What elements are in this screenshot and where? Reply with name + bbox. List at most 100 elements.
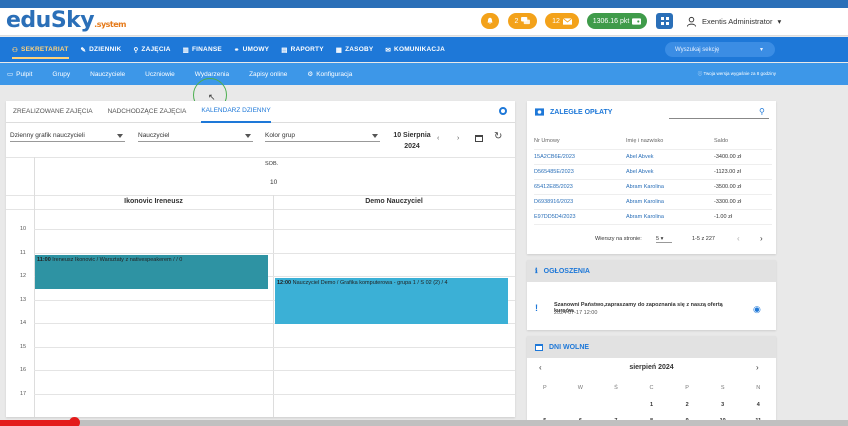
tab-nadchodzace[interactable]: NADCHODZĄCE ZAJĘCIA xyxy=(108,101,187,123)
prev-page-icon[interactable]: ‹ xyxy=(737,234,740,243)
weekday-label: C xyxy=(649,385,654,391)
table-cell[interactable]: 15A2CB6E/2023 xyxy=(534,149,626,165)
comments-icon: ✉ xyxy=(385,46,392,54)
table-cell: Abram Karolina xyxy=(626,209,714,225)
refresh-icon[interactable]: ↻ xyxy=(494,131,502,142)
balance-badge[interactable]: 1306.16 pkt xyxy=(587,13,647,29)
subnav-nauczyciele[interactable]: Nauczyciele xyxy=(90,71,125,78)
user-menu[interactable]: Exentis Administrator ▾ xyxy=(680,12,787,30)
table-cell[interactable]: D6938916/2023 xyxy=(534,194,626,210)
announcement-date: 2024-07-17 12:00 xyxy=(554,310,598,316)
pin-icon: ⚲ xyxy=(133,46,139,54)
table-cell[interactable]: D565485E/2023 xyxy=(534,164,626,180)
settings-gear-icon[interactable] xyxy=(499,107,507,115)
table-cell: -3400.00 zł xyxy=(714,149,772,165)
table-row[interactable]: 15A2CB6E/2023 Abel Abvek -3400.00 zł xyxy=(534,149,772,165)
weekday-label: P xyxy=(542,385,547,391)
rows-per-page-select[interactable]: 5 ▾ xyxy=(656,236,672,243)
subnav-wydarzenia[interactable]: Wydarzenia xyxy=(195,71,229,78)
wallet-icon xyxy=(632,17,642,25)
nav-dziennik[interactable]: ✎ DZIENNIK xyxy=(81,46,122,54)
next-page-icon[interactable]: › xyxy=(760,234,763,243)
nav-komunikacja[interactable]: ✉ KOMUNIKACJA xyxy=(385,46,445,54)
journal-icon: ✎ xyxy=(80,46,87,54)
day-cell[interactable]: 4 xyxy=(740,402,776,408)
hour-label: 16 xyxy=(20,367,27,373)
fees-table: Nr Umowy Imię i nazwisko Saldo 15A2CB6E/… xyxy=(534,134,772,225)
table-cell: Abel Abvek xyxy=(626,149,714,165)
nav-zasoby[interactable]: ▦ ZASOBY xyxy=(336,46,374,54)
prev-day-icon[interactable]: ‹ xyxy=(437,135,439,142)
table-row[interactable]: D6938916/2023 Abram Karolina -3300.00 zł xyxy=(534,194,772,210)
people-icon: ⚇ xyxy=(12,46,19,54)
table-row[interactable]: E97DD5D4/2023 Abram Karolina -1.00 zł xyxy=(534,209,772,225)
money-icon xyxy=(535,108,544,116)
day-cell[interactable] xyxy=(563,402,599,408)
nav-zajecia[interactable]: ⚲ ZAJĘCIA xyxy=(133,46,170,54)
subnav-pulpit[interactable]: ▭ Pulpit xyxy=(7,70,32,79)
chat-count: 2 xyxy=(514,17,519,25)
messages-button[interactable]: 2 xyxy=(508,13,537,29)
subnav-grupy[interactable]: Grupy xyxy=(52,71,70,78)
week-row: 1234 xyxy=(527,402,776,408)
teacher-column-header: Ikonovic Ireneusz xyxy=(124,198,183,205)
caret-down-icon: ▾ xyxy=(759,47,763,53)
nav-raporty[interactable]: ▤ RAPORTY xyxy=(281,46,324,54)
video-progress-handle[interactable] xyxy=(69,417,80,426)
teacher-select[interactable]: Nauczyciel xyxy=(138,132,253,142)
weekday-label: S xyxy=(720,385,725,391)
column-header: Saldo xyxy=(714,134,772,150)
exclamation-icon: ! xyxy=(535,303,538,313)
nav-sekretariat[interactable]: ⚇ SEKRETARIAT xyxy=(12,41,69,59)
eye-icon[interactable]: ◉ xyxy=(753,304,761,315)
nav-umowy[interactable]: ⚭ UMOWY xyxy=(234,46,269,54)
fees-search-input[interactable] xyxy=(669,107,769,119)
report-icon: ▤ xyxy=(281,46,288,54)
video-progress-track[interactable] xyxy=(0,420,848,426)
notifications-button[interactable] xyxy=(481,13,499,29)
grid-line xyxy=(6,209,515,210)
subnav-zapisy[interactable]: Zapisy online xyxy=(249,71,287,78)
table-row[interactable]: D565485E/2023 Abel Abvek -1123.00 zł xyxy=(534,164,772,180)
column-header: Nr Umowy xyxy=(534,134,626,150)
table-cell: Abram Karolina xyxy=(626,179,714,195)
day-cell[interactable] xyxy=(598,402,634,408)
subnav-uczniowie[interactable]: Uczniowie xyxy=(145,71,175,78)
schedule-select[interactable]: Dzienny grafik nauczycieli xyxy=(10,132,125,142)
next-day-icon[interactable]: › xyxy=(457,135,459,142)
section-search[interactable]: Wyszukaj sekcję ▾ xyxy=(665,42,775,57)
search-icon[interactable]: ⚲ xyxy=(759,107,765,116)
day-cell[interactable]: 2 xyxy=(669,402,705,408)
user-name: Exentis Administrator xyxy=(702,16,773,26)
hour-label: 11 xyxy=(20,249,26,256)
table-row[interactable]: 65412E85/2023 Abram Karolina -3500.00 zł xyxy=(534,179,772,195)
day-number: 10 xyxy=(270,179,278,186)
nav-finanse[interactable]: ▥ FINANSE xyxy=(183,46,222,54)
table-cell[interactable]: 65412E85/2023 xyxy=(534,179,626,195)
hour-label: 13 xyxy=(20,296,27,303)
subnav-konfiguracja[interactable]: ⚙ Konfiguracja xyxy=(307,70,352,79)
day-cell[interactable]: 1 xyxy=(634,402,670,408)
weekday-label: W xyxy=(577,385,583,391)
next-month-icon[interactable]: › xyxy=(756,363,759,372)
sub-nav: ▭ Pulpit Grupy Nauczyciele Uczniowie Wyda… xyxy=(0,63,848,85)
day-cell[interactable] xyxy=(527,402,563,408)
day-cell[interactable]: 3 xyxy=(705,402,741,408)
mail-icon xyxy=(562,17,572,25)
calendar-date: 10 Sierpnia 2024 xyxy=(393,132,431,150)
calendar-event[interactable]: 12:00 Nauczyciel Demo / Grafika komputer… xyxy=(275,278,508,324)
tab-kalendarz[interactable]: KALENDARZ DZIENNY xyxy=(201,101,271,123)
calendar-icon[interactable] xyxy=(475,134,483,144)
calendar-event[interactable]: 11:00 Ireneusz Ikonovic / Warsztaty z na… xyxy=(35,255,268,289)
app-logo[interactable]: eduSky.system xyxy=(6,8,127,33)
apps-grid-button[interactable] xyxy=(656,13,673,29)
holidays-panel: DNI WOLNE ‹ sierpień 2024 › xyxy=(527,336,776,426)
mail-button[interactable]: 12 xyxy=(545,13,579,29)
group-color-select[interactable]: Kolor grup xyxy=(265,132,380,142)
handshake-icon: ⚭ xyxy=(233,46,240,54)
table-cell[interactable]: E97DD5D4/2023 xyxy=(534,209,626,225)
grid-line xyxy=(34,229,515,230)
tab-zrealizowane[interactable]: ZREALIZOWANE ZAJĘCIA xyxy=(13,101,93,123)
hour-label: 12 xyxy=(20,273,27,279)
table-cell: -3300.00 zł xyxy=(714,194,772,210)
